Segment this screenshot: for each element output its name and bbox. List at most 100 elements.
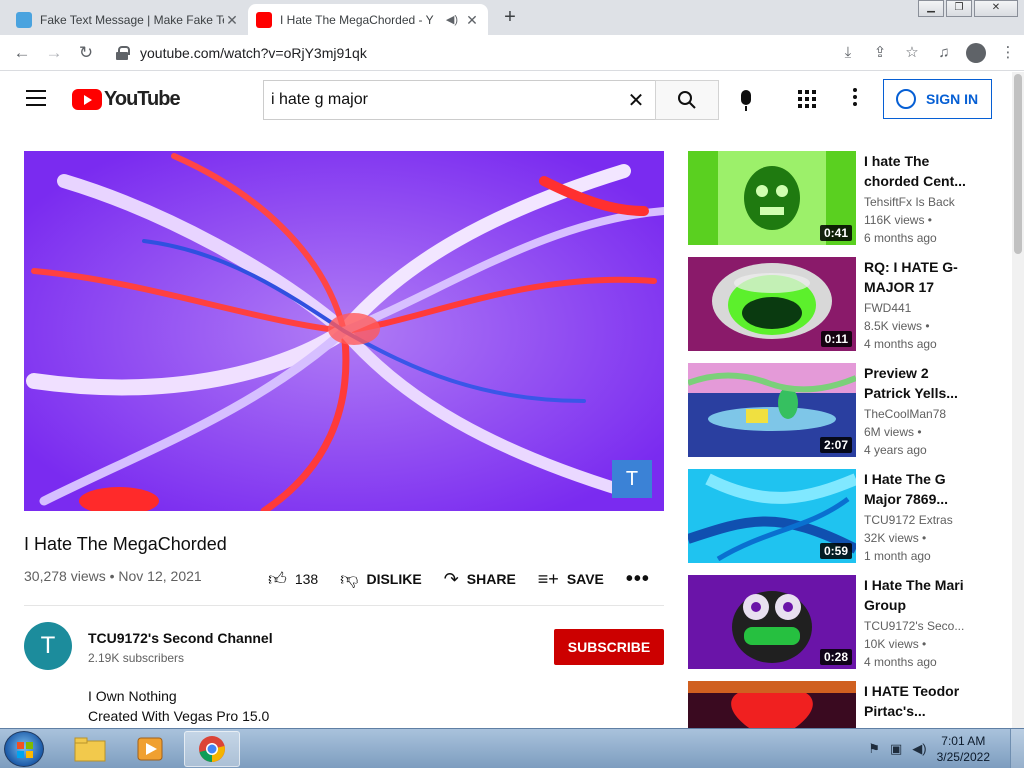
- profile-icon[interactable]: [960, 41, 992, 65]
- recommended-channel[interactable]: TheCoolMan78: [864, 407, 968, 421]
- description-line: Created With Vegas Pro 15.0: [88, 708, 270, 724]
- recommended-age: 4 months ago: [864, 655, 937, 669]
- recommended-title[interactable]: I hate The chorded Cent...: [864, 151, 968, 191]
- divider: [24, 605, 664, 606]
- url-field[interactable]: youtube.com/watch?v=oRjY3mj91qk: [108, 39, 918, 67]
- recommended-title[interactable]: I HATE Teodor Pirtac's...: [864, 681, 968, 721]
- video-description: I Own Nothing Created With Vegas Pro 15.…: [88, 686, 269, 726]
- video-thumbnail[interactable]: 2:07: [688, 363, 856, 457]
- minimize-icon[interactable]: ▁: [918, 0, 944, 17]
- hamburger-menu-icon[interactable]: [26, 90, 46, 106]
- recommended-title[interactable]: I Hate The G Major 7869...: [864, 469, 968, 509]
- recommended-channel[interactable]: TCU9172 Extras: [864, 513, 968, 527]
- recommended-views: 6M views •: [864, 425, 922, 439]
- close-tab-icon[interactable]: ✕: [224, 12, 240, 28]
- media-control-icon[interactable]: ♫: [928, 41, 960, 65]
- chrome-menu-icon[interactable]: ⋮: [992, 41, 1024, 65]
- more-actions-icon[interactable]: •••: [626, 568, 650, 591]
- recommended-views: 10K views •: [864, 637, 927, 651]
- restore-icon[interactable]: ❐: [946, 0, 972, 17]
- url-text: youtube.com/watch?v=oRjY3mj91qk: [140, 45, 367, 61]
- back-arrow-icon[interactable]: ←: [10, 41, 34, 65]
- folder-icon: [74, 737, 106, 762]
- close-window-icon[interactable]: ✕: [974, 0, 1018, 17]
- save-button[interactable]: ≡+ SAVE: [538, 569, 604, 590]
- volume-icon[interactable]: ◀): [912, 741, 926, 757]
- forward-arrow-icon[interactable]: →: [42, 41, 66, 65]
- scrollbar-thumb[interactable]: [1014, 74, 1022, 254]
- action-center-icon[interactable]: ⚑: [868, 741, 880, 757]
- recommended-video[interactable]: 0:11 RQ: I HATE G-MAJOR 17 FWD441 8.5K v…: [688, 257, 978, 353]
- channel-avatar[interactable]: T: [24, 622, 72, 670]
- apps-grid-icon[interactable]: [798, 90, 816, 108]
- share-icon[interactable]: ⇪: [864, 41, 896, 65]
- clock[interactable]: 7:01 AM 3/25/2022: [937, 733, 990, 765]
- recommended-channel[interactable]: FWD441: [864, 301, 968, 315]
- recommended-video[interactable]: 2:07 Preview 2 Patrick Yells... TheCoolM…: [688, 363, 978, 459]
- channel-watermark[interactable]: T: [612, 460, 652, 498]
- media-player-icon: [137, 737, 163, 761]
- share-button[interactable]: ↷ SHARE: [444, 569, 516, 590]
- video-thumbnail[interactable]: [688, 681, 856, 728]
- page-scrollbar[interactable]: [1012, 72, 1024, 728]
- youtube-masthead: YouTube i hate g major ✕ SIGN IN: [0, 72, 1012, 128]
- search-input[interactable]: i hate g major ✕: [263, 80, 656, 120]
- show-desktop-button[interactable]: [1010, 729, 1024, 768]
- recommended-age: 4 months ago: [864, 337, 937, 351]
- video-meta: 30,278 views • Nov 12, 2021: [24, 568, 202, 584]
- tab-fake-text-message[interactable]: Fake Text Message | Make Fake Te ✕: [8, 4, 248, 35]
- install-icon[interactable]: ⤓: [832, 41, 864, 65]
- reload-icon[interactable]: ↻: [74, 41, 98, 65]
- video-thumbnail[interactable]: 0:28: [688, 575, 856, 669]
- recommended-video[interactable]: 0:59 I Hate The G Major 7869... TCU9172 …: [688, 469, 978, 565]
- recommended-title[interactable]: Preview 2 Patrick Yells...: [864, 363, 968, 403]
- address-bar: ← → ↻ youtube.com/watch?v=oRjY3mj91qk ⤓ …: [0, 35, 1024, 71]
- like-count: 138: [294, 571, 319, 587]
- start-button[interactable]: [4, 731, 44, 767]
- recommended-channel[interactable]: TehsiftFx Is Back: [864, 195, 968, 209]
- share-label: SHARE: [466, 571, 516, 587]
- subscribe-button[interactable]: SUBSCRIBE: [554, 629, 664, 665]
- clear-search-icon[interactable]: ✕: [616, 88, 656, 113]
- voice-search-icon[interactable]: [730, 80, 762, 120]
- sign-in-button[interactable]: SIGN IN: [883, 79, 992, 119]
- taskbar-media-player[interactable]: [122, 731, 178, 767]
- video-thumbnail[interactable]: 0:41: [688, 151, 856, 245]
- new-tab-button[interactable]: +: [498, 6, 522, 30]
- sign-in-label: SIGN IN: [926, 91, 979, 107]
- description-line: I Own Nothing: [88, 688, 177, 704]
- youtube-favicon-icon: [256, 11, 272, 28]
- settings-menu-icon[interactable]: [853, 88, 857, 110]
- clock-time: 7:01 AM: [941, 734, 986, 748]
- recommended-video[interactable]: 0:41 I hate The chorded Cent... TehsiftF…: [688, 151, 978, 247]
- video-thumbnail[interactable]: 0:59: [688, 469, 856, 563]
- recommended-title[interactable]: I Hate The Mari Group: [864, 575, 968, 615]
- search-button[interactable]: [655, 80, 719, 120]
- youtube-logo[interactable]: YouTube: [72, 88, 181, 111]
- dislike-button[interactable]: 👎︎ DISLIKE: [340, 568, 422, 590]
- share-arrow-icon: ↷: [443, 568, 459, 589]
- recommended-title[interactable]: RQ: I HATE G-MAJOR 17: [864, 257, 968, 297]
- speaker-icon[interactable]: ◀): [446, 13, 458, 26]
- like-button[interactable]: 👍︎ 138: [268, 568, 318, 590]
- thumbs-down-icon: 👎︎: [340, 569, 359, 589]
- recommended-age: 1 month ago: [864, 549, 931, 563]
- video-player[interactable]: T: [24, 151, 664, 511]
- recommended-video[interactable]: I HATE Teodor Pirtac's...: [688, 681, 978, 728]
- video-actions: 👍︎ 138 👎︎ DISLIKE ↷ SHARE ≡+ SAVE •••: [268, 566, 650, 592]
- system-tray: ⚑ ▣ ◀) 7:01 AM 3/25/2022: [868, 729, 1024, 768]
- taskbar-chrome[interactable]: [184, 731, 240, 767]
- video-thumbnail[interactable]: 0:11: [688, 257, 856, 351]
- network-icon[interactable]: ▣: [890, 741, 902, 757]
- recommended-channel[interactable]: TCU9172's Seco...: [864, 619, 968, 633]
- taskbar-file-explorer[interactable]: [62, 731, 118, 767]
- clock-date: 3/25/2022: [936, 750, 990, 764]
- channel-name[interactable]: TCU9172's Second Channel: [88, 630, 273, 646]
- messages-favicon-icon: [16, 11, 32, 28]
- recommended-video[interactable]: 0:28 I Hate The Mari Group TCU9172's Sec…: [688, 575, 978, 671]
- close-tab-icon[interactable]: ✕: [464, 12, 480, 28]
- tab-youtube-video[interactable]: I Hate The MegaChorded - Y ◀) ✕: [248, 4, 488, 35]
- recommended-views: 116K views •: [864, 213, 933, 227]
- windows-logo-icon: [17, 742, 33, 758]
- star-icon[interactable]: ☆: [896, 41, 928, 65]
